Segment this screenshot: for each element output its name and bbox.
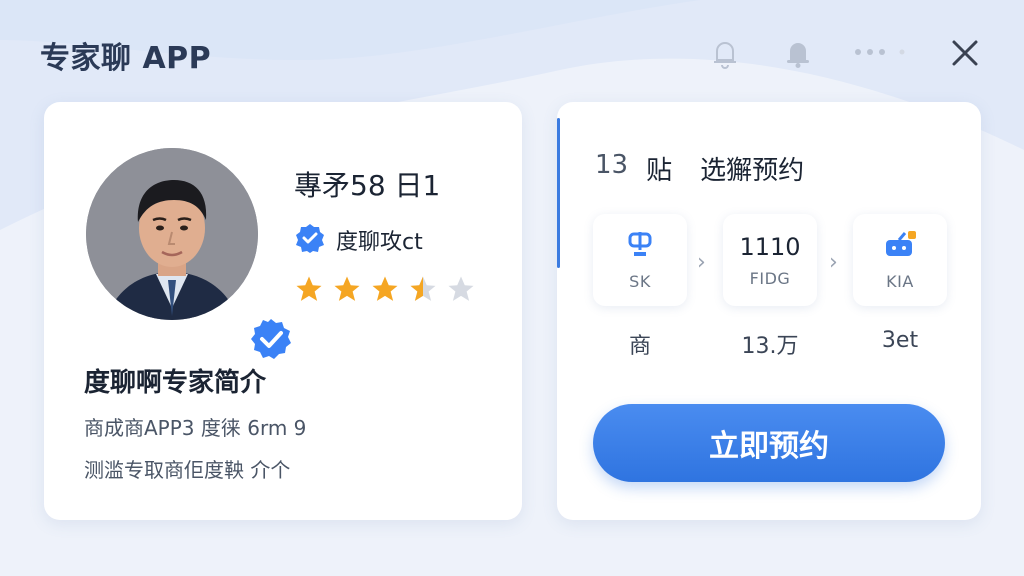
book-now-button[interactable]: 立即预约 [593,404,945,482]
star-empty-icon [446,274,476,308]
expert-profile-card: 專矛58 日1 度聊攻ct 度聊啊专家简介 商成商APP3 度徕 6rm 9 测… [44,102,522,520]
certification-row: 度聊攻ct [294,222,423,258]
booking-card: 13 贴 选獬预约 SK › 1110 FIDG › KIA 商 13.万 3e… [557,102,981,520]
more-dots-icon[interactable] [850,44,910,64]
expert-name: 專矛58 日1 [294,169,441,202]
step-label: 13.万 [741,334,799,359]
app-title: 专家聊 APP [40,41,212,76]
accent-bar [557,118,560,268]
close-icon[interactable] [948,36,982,74]
intro-title: 度聊啊专家简介 [84,368,267,398]
booking-title-main: 选獬预约 [700,156,805,186]
booking-step-2[interactable]: 1110 FIDG [723,214,817,306]
star-filled-icon [370,274,400,308]
star-filled-icon [332,274,362,308]
step-code: KIA [886,271,914,291]
intro-line: 测滥专取商佢度鞅 介个 [84,458,291,482]
booking-title-prefix: 13 [595,150,629,180]
bell-filled-icon[interactable] [781,36,815,74]
certification-label: 度聊攻ct [336,230,423,255]
star-half-icon [408,274,438,308]
booking-step-3[interactable]: KIA [853,214,947,306]
step-value: 1110 [739,232,801,261]
avatar-container [86,148,294,362]
bell-outline-icon[interactable] [708,36,742,74]
chevron-right-icon: › [829,250,838,275]
step-label: 3et [881,328,919,353]
step-code: SK [629,271,651,291]
booking-title: 13 贴 选獬预约 [595,150,804,187]
certified-check-icon [294,222,326,258]
star-rating [294,274,476,308]
step-code: FIDG [749,268,791,288]
chevron-right-icon: › [697,250,706,275]
star-filled-icon [294,274,324,308]
intro-line: 商成商APP3 度徕 6rm 9 [84,416,307,440]
booking-step-1[interactable]: SK [593,214,687,306]
verified-badge-icon [246,314,296,368]
link-icon [624,230,656,264]
booking-title-mid: 贴 [646,156,673,186]
avatar[interactable] [86,148,258,320]
device-notify-icon [883,230,917,264]
step-label: 商 [628,334,651,359]
